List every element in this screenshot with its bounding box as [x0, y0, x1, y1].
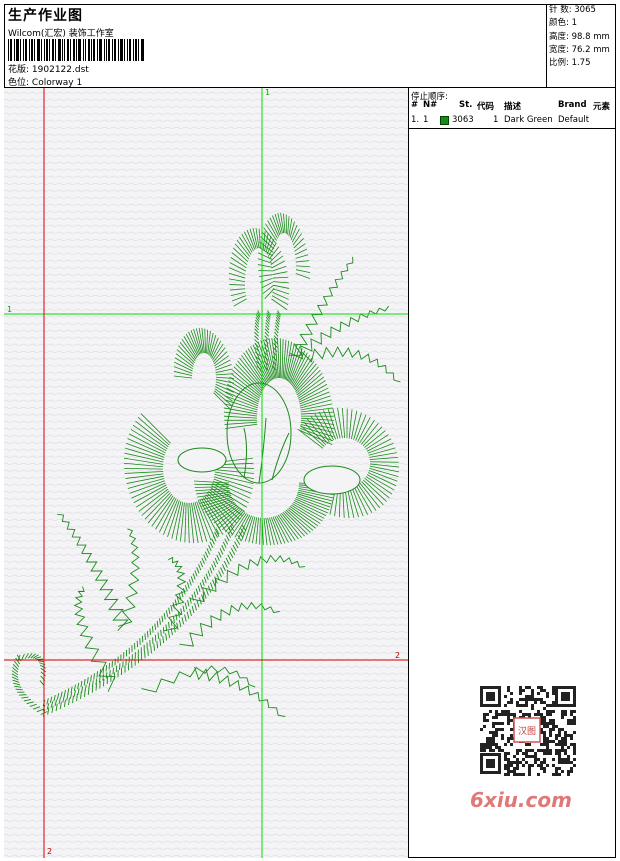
- barcode: [8, 39, 144, 61]
- col-index: #: [411, 100, 419, 110]
- worksheet-header: 生产作业图 Wilcom(汇宏) 装饰工作室 花版: 1902122.dst 色…: [4, 4, 616, 88]
- col-description: 描述: [504, 102, 522, 112]
- col-element: 元素: [593, 102, 611, 112]
- col-number: N#: [423, 100, 438, 110]
- stat-ratio: 比例: 1.75: [549, 58, 591, 69]
- design-canvas: 1 1 2 2: [4, 88, 409, 858]
- stop-sequence-row: 1. 1 3063 1 Dark Green Default: [409, 115, 616, 129]
- studio-name: Wilcom(汇宏) 装饰工作室: [8, 29, 114, 39]
- row-code: 1: [493, 115, 499, 125]
- design-line: 花版: 1902122.dst: [8, 62, 89, 75]
- design-file: 1902122.dst: [31, 65, 89, 75]
- col-code: 代码: [477, 102, 495, 112]
- guide-label-right: 2: [395, 651, 401, 660]
- worksheet-title: 生产作业图: [8, 8, 83, 24]
- row-description: Dark Green: [504, 115, 553, 125]
- qr-stamp: 汉图: [518, 726, 536, 737]
- watermark-text: 6xiu.com: [470, 788, 572, 812]
- stat-stitches: 针 数: 3065: [549, 5, 596, 15]
- colorway-line: 色位: Colorway 1: [8, 75, 82, 88]
- col-brand: Brand: [558, 100, 587, 110]
- thread-swatch: [440, 116, 449, 128]
- row-stitches: 3063: [452, 115, 474, 125]
- col-stitches: St.: [459, 100, 473, 110]
- guide-label-left: 1: [7, 305, 13, 314]
- guide-label-bottom: 2: [47, 847, 53, 856]
- embroidery-preview: [4, 88, 408, 858]
- design-label: 花版:: [8, 65, 30, 75]
- stat-height: 高度: 98.8 mm: [549, 31, 610, 42]
- guide-label-top: 1: [265, 88, 271, 97]
- row-index: 1.: [411, 115, 420, 125]
- colorway-label: 色位:: [8, 78, 30, 88]
- colorway-name: Colorway 1: [31, 78, 83, 88]
- stat-colors: 颜色: 1: [549, 18, 577, 29]
- stat-width: 宽度: 76.2 mm: [549, 44, 610, 55]
- row-number: 1: [423, 115, 429, 125]
- qr-code: 汉图: [470, 680, 586, 780]
- production-worksheet: 生产作业图 Wilcom(汇宏) 装饰工作室 花版: 1902122.dst 色…: [0, 0, 620, 861]
- row-brand: Default: [558, 115, 590, 125]
- design-stats: 针 数: 3065 颜色: 1 高度: 98.8 mm 宽度: 76.2 mm …: [546, 4, 616, 88]
- stop-sequence-header: # N# St. 代码 描述 Brand 元素: [409, 100, 616, 113]
